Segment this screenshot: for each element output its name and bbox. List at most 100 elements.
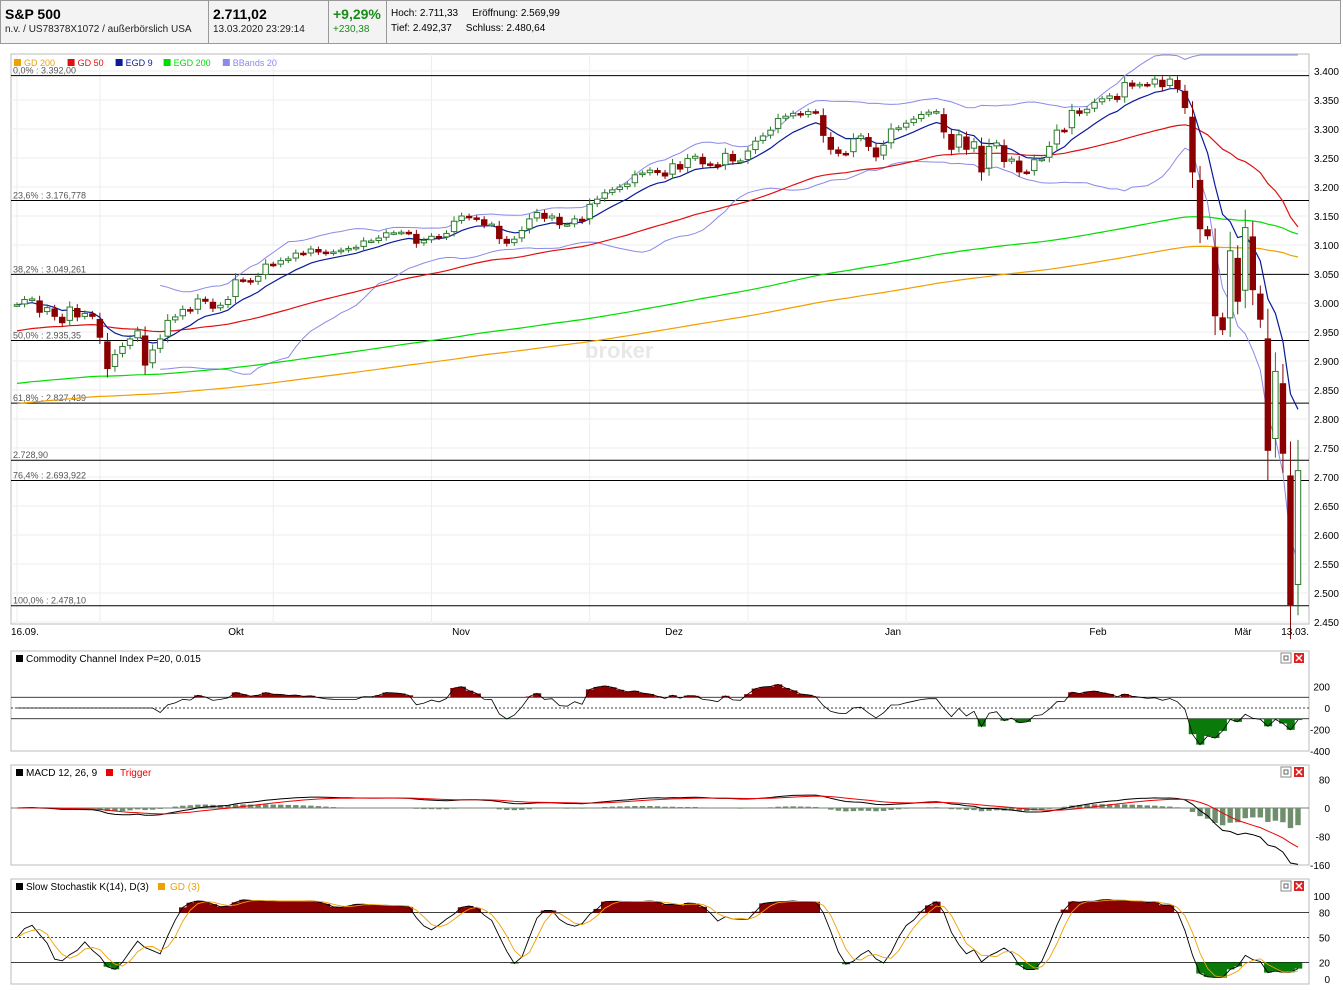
y-tick-label: 2.650 (1314, 502, 1339, 513)
macd-histogram-bar (496, 808, 502, 810)
stochastic-overbought-area (668, 904, 677, 913)
cci-overbought-area (389, 692, 399, 698)
stochastic-title: Slow Stochastik K(14), D(3) (26, 882, 149, 893)
candle-body (1151, 78, 1159, 85)
candle-body (895, 127, 902, 130)
candle-body (156, 338, 164, 349)
candle-body (496, 225, 503, 240)
candle-body (744, 150, 752, 160)
candle-body (1061, 129, 1068, 133)
high-value: 2.711,33 (419, 8, 459, 19)
candle-body (1242, 227, 1249, 291)
macd-histogram-bar (813, 806, 819, 808)
macd-histogram-bar (127, 808, 133, 811)
candle-body (450, 220, 458, 233)
candle-body (1023, 171, 1030, 175)
candle-body (948, 134, 955, 150)
stochastic-overbought-area (382, 905, 391, 913)
ohlc-cell: Hoch: 2.711,33 Eröffnung: 2.569,99 Tief: … (387, 1, 1342, 43)
macd-histogram-bar (639, 805, 646, 808)
macd-histogram-bar (571, 808, 578, 809)
stochastic-overbought-area (1105, 899, 1114, 913)
macd-histogram-bar (262, 804, 269, 808)
macd-histogram-bar (624, 806, 631, 808)
panel-tick-label: -400 (1310, 747, 1330, 758)
candle-body (134, 330, 141, 339)
candle-body (797, 113, 804, 116)
candle-body (842, 152, 850, 156)
macd-histogram-bar (880, 808, 887, 811)
stochastic-close-button[interactable] (1294, 881, 1304, 891)
macd-histogram-bar (669, 806, 676, 808)
candle-body (345, 247, 352, 251)
x-tick-label: 13.03. (1281, 627, 1309, 638)
macd-histogram-bar (134, 808, 141, 810)
candle-body (66, 306, 73, 321)
candle-body (36, 300, 43, 313)
cci-oversold-area (1294, 718, 1303, 721)
macd-histogram-bar (421, 808, 427, 810)
y-tick-label: 2.450 (1314, 618, 1339, 629)
candle-body (1189, 116, 1196, 173)
macd-histogram-bar (782, 806, 789, 808)
macd-histogram-bar (149, 808, 156, 810)
stochastic-overbought-area (389, 905, 399, 913)
candle-body (850, 138, 857, 153)
macd-close-button[interactable] (1294, 767, 1304, 777)
stochastic-overbought-area (254, 900, 263, 913)
macd-histogram-bar (142, 808, 148, 811)
candle-body (812, 111, 819, 114)
candle-body (1264, 338, 1272, 451)
cci-overbought-area (759, 686, 768, 698)
candle-body (217, 304, 224, 309)
cci-overbought-area (789, 690, 798, 698)
stochastic-overbought-area (789, 900, 798, 913)
candle-body (224, 299, 232, 305)
stochastic-overbought-area (299, 900, 308, 913)
stochastic-overbought-area (201, 901, 210, 913)
candle-body (1031, 159, 1038, 172)
stochastic-overbought-area (781, 901, 790, 913)
stochastic-maximize-button[interactable] (1280, 880, 1292, 892)
candle-body (119, 346, 126, 354)
stochastic-oversold-area (1203, 962, 1212, 977)
stochastic-overbought-area (216, 906, 225, 913)
macd-maximize-button[interactable] (1280, 766, 1292, 778)
close-label: Schluss: (465, 23, 504, 34)
cci-overbought-area (751, 688, 760, 698)
cci-close-button[interactable] (1294, 653, 1304, 663)
candle-body (1159, 79, 1166, 88)
candle-body (541, 212, 548, 219)
y-tick-label: 2.500 (1314, 589, 1339, 600)
candle-body (315, 248, 322, 253)
x-tick-label: Okt (228, 627, 244, 638)
candle-body (1076, 110, 1083, 114)
stochastic-overbought-area (925, 905, 934, 913)
macd-histogram-bar (843, 808, 849, 812)
macd-histogram-bar (1114, 804, 1120, 808)
legend-label: GD 50 (78, 58, 104, 68)
stochastic-overbought-area (246, 900, 255, 913)
macd-histogram-bar (519, 808, 525, 810)
candle-body (420, 239, 428, 244)
candle-body (1166, 78, 1174, 87)
cci-overbought-area (774, 684, 783, 698)
candle-body (1053, 129, 1061, 145)
candle-body (586, 203, 593, 220)
quote-header: S&P 500 n.v. / US78378X1072 / außerbörsl… (0, 0, 1341, 44)
cci-maximize-button[interactable] (1280, 652, 1292, 664)
macd-histogram-bar (1159, 806, 1166, 808)
price-axis: 3.400 3.350 3.300 3.250 3.200 3.150 3.100 3.050… (1314, 67, 1339, 629)
stochastic-overbought-area (796, 901, 805, 913)
candle-body (352, 246, 360, 250)
cci-overbought-area (608, 687, 617, 698)
stochastic-overbought-area (661, 904, 670, 913)
stochastic-oversold-area (1264, 962, 1273, 973)
cci-overbought-area (766, 686, 775, 698)
macd-panel (10, 764, 1310, 866)
panel-tick-label: 100 (1313, 892, 1330, 903)
macd-histogram-bar (684, 806, 691, 808)
stochastic-overbought-area (269, 900, 278, 913)
cci-title: Commodity Channel Index P=20, 0.015 (26, 654, 201, 665)
stochastic-overbought-area (1143, 902, 1152, 913)
